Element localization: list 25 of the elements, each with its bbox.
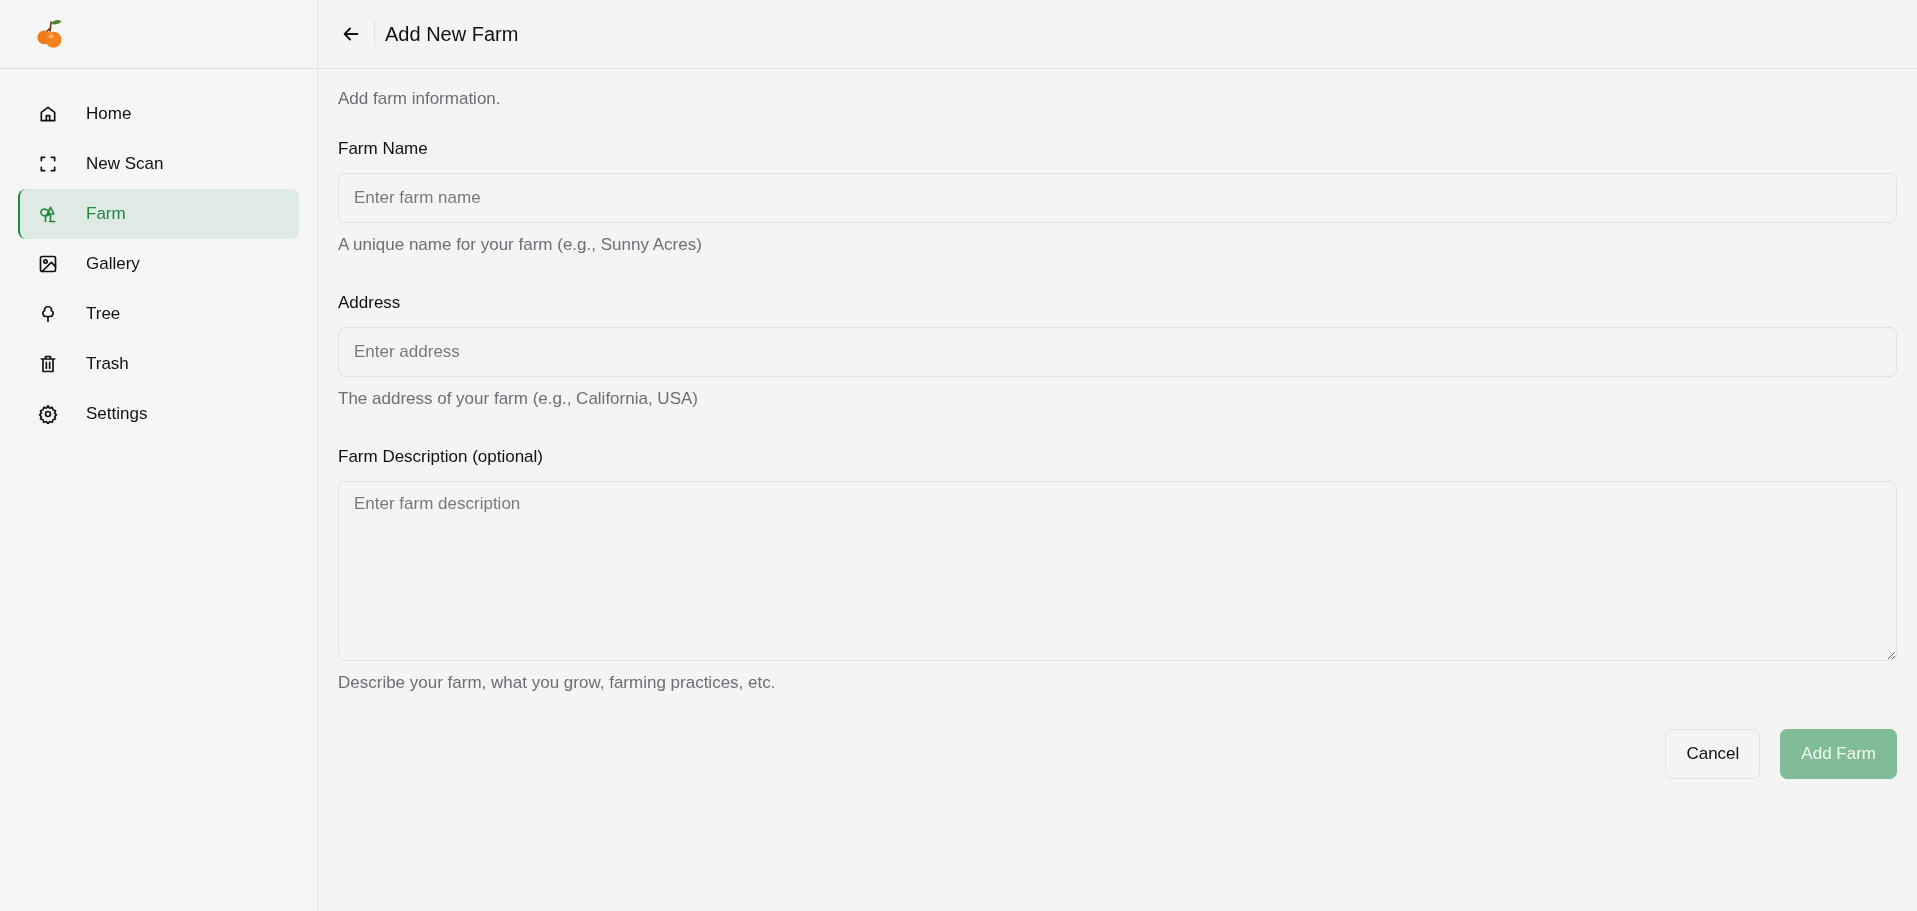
page-title: Add New Farm [385, 22, 519, 46]
field-label: Address [338, 293, 402, 313]
form-intro: Add farm information. [338, 89, 502, 109]
nav-item[interactable]: Trash [18, 339, 299, 389]
nav-item[interactable]: Gallery [18, 239, 299, 289]
helper-text: A unique name for your farm (e.g., Sunny Acres) [338, 235, 703, 255]
nav-item[interactable]: Home [18, 89, 299, 139]
nav-item[interactable]: New Scan [18, 139, 299, 189]
input-field[interactable]: Enter farm name [338, 173, 1897, 223]
helper-text: Describe your farm, what you grow, farming practices, etc. [338, 673, 777, 693]
field-label: Farm Description (optional) [338, 447, 544, 467]
gear-icon [38, 404, 58, 424]
field-label: Farm Name [338, 139, 429, 159]
trees-icon [38, 204, 58, 224]
scan-frame-icon [38, 154, 58, 174]
helper-text: The address of your farm (e.g., California, USA) [338, 389, 699, 409]
cancel-button[interactable]: Cancel [1665, 729, 1761, 779]
trash-icon [38, 354, 58, 374]
input-field[interactable]: Enter address [338, 327, 1897, 377]
image-icon [38, 254, 58, 274]
nav-item[interactable]: Settings [18, 389, 299, 439]
house-icon [38, 104, 58, 124]
text-area[interactable]: Enter farm description [338, 481, 1897, 661]
nav-item[interactable]: Farm [18, 189, 299, 239]
nav-item[interactable]: Tree [18, 289, 299, 339]
